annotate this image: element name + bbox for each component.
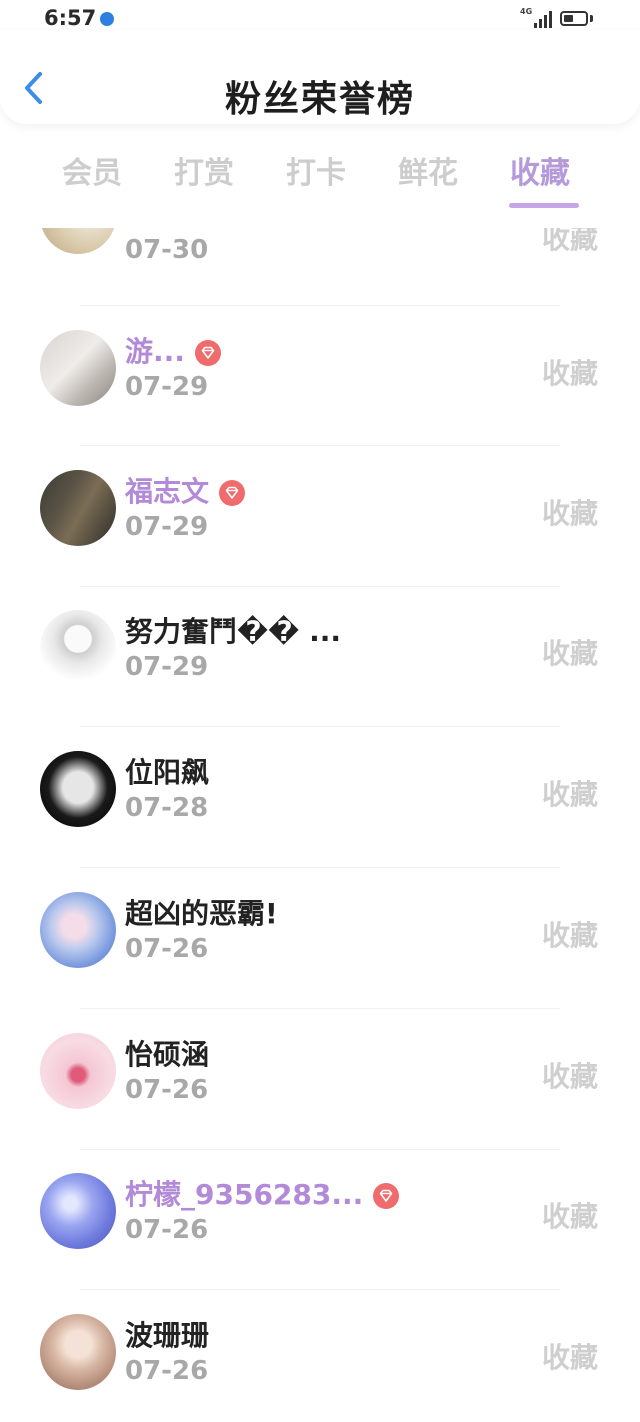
fan-name: 努力奮鬥�� ... (125, 615, 342, 648)
avatar (40, 610, 116, 686)
diamond-badge-icon (194, 340, 221, 366)
avatar (40, 751, 116, 827)
favorite-action[interactable]: 收藏 (542, 632, 598, 672)
avatar (40, 330, 116, 406)
location-icon (100, 12, 114, 26)
tab-reward[interactable]: 打赏 (174, 148, 234, 192)
list-item[interactable]: 努力奮鬥�� ... 07-29 收藏 (0, 586, 640, 727)
active-tab-indicator (509, 203, 579, 208)
fan-name: 怡硕涵 (125, 1038, 210, 1071)
favorite-action[interactable]: 收藏 (542, 773, 598, 813)
favorite-action[interactable]: 收藏 (542, 352, 598, 392)
list-item[interactable]: 柠檬_9356283... 07-26 收藏 (0, 1149, 640, 1290)
list-item[interactable]: 07-30 收藏 (0, 228, 640, 304)
fan-date: 07-29 (125, 512, 209, 542)
fan-name-text: 福志文 (125, 475, 210, 508)
list-item[interactable]: 位阳飙 07-28 收藏 (0, 727, 640, 868)
tab-favorites[interactable]: 收藏 (510, 148, 570, 192)
fan-date: 07-29 (125, 652, 209, 682)
fan-name: 柠檬_9356283... (125, 1173, 400, 1213)
list-item[interactable]: 怡硕涵 07-26 收藏 (0, 1009, 640, 1150)
signal-icon: 4G (520, 7, 554, 32)
fan-name: 福志文 (125, 470, 246, 510)
avatar (40, 1314, 116, 1390)
fan-name: 位阳飙 (125, 756, 210, 789)
fan-date: 07-26 (125, 1215, 209, 1245)
tab-flowers[interactable]: 鲜花 (398, 148, 458, 192)
fan-list[interactable]: 07-30 收藏 游... 07-29 收藏 福志文 07-29 收藏 努力奮鬥… (0, 228, 640, 1422)
favorite-action[interactable]: 收藏 (542, 1336, 598, 1376)
favorite-action[interactable]: 收藏 (542, 1055, 598, 1095)
favorite-action[interactable]: 收藏 (542, 228, 598, 257)
tab-member[interactable]: 会员 (62, 148, 122, 192)
avatar (40, 892, 116, 968)
fan-name-text: 游... (125, 335, 185, 368)
list-item[interactable]: 福志文 07-29 收藏 (0, 446, 640, 587)
favorite-action[interactable]: 收藏 (542, 492, 598, 532)
diamond-badge-icon (219, 480, 246, 506)
avatar (40, 1173, 116, 1249)
battery-tip (590, 15, 593, 22)
fan-name-text: 柠檬_9356283... (125, 1178, 364, 1211)
fan-name: 波珊珊 (125, 1319, 210, 1352)
fan-date: 07-28 (125, 793, 209, 823)
battery-icon (560, 11, 588, 26)
favorite-action[interactable]: 收藏 (542, 914, 598, 954)
diamond-badge-icon (373, 1183, 400, 1209)
tab-checkin[interactable]: 打卡 (286, 148, 346, 192)
fan-date: 07-26 (125, 1356, 209, 1386)
page-title: 粉丝荣誉榜 (224, 79, 415, 120)
fan-date: 07-30 (125, 235, 209, 265)
fan-date: 07-26 (125, 934, 209, 964)
avatar (40, 1033, 116, 1109)
fan-name: 超凶的恶霸! (125, 897, 278, 930)
avatar (40, 228, 116, 254)
fan-date: 07-29 (125, 372, 209, 402)
header-bar: 粉丝荣誉榜 (0, 30, 640, 124)
avatar (40, 470, 116, 546)
network-label: 4G (520, 7, 533, 16)
list-item[interactable]: 波珊珊 07-26 收藏 (0, 1290, 640, 1422)
tab-bar: 会员 打赏 打卡 鲜花 收藏 (0, 140, 640, 220)
favorite-action[interactable]: 收藏 (542, 1195, 598, 1235)
list-item[interactable]: 超凶的恶霸! 07-26 收藏 (0, 868, 640, 1009)
fan-date: 07-26 (125, 1075, 209, 1105)
list-item[interactable]: 游... 07-29 收藏 (0, 306, 640, 447)
fan-name: 游... (125, 330, 221, 370)
status-time: 6:57 (44, 6, 97, 30)
